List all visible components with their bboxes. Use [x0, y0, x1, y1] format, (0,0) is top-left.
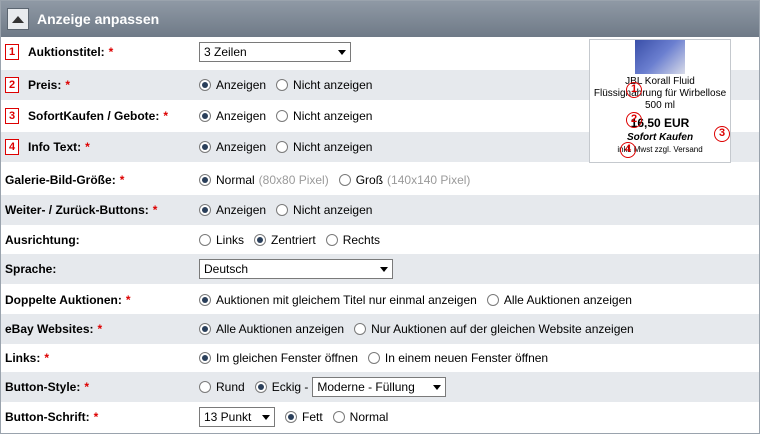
- buttonstyle-rund-option[interactable]: Rund: [199, 380, 245, 394]
- websites-label: eBay Websites:: [5, 322, 94, 336]
- doppelte-alle-option[interactable]: Alle Auktionen anzeigen: [486, 293, 632, 307]
- galerie-normal-option[interactable]: Normal (80x80 Pixel): [199, 173, 329, 187]
- ausrichtung-links-option[interactable]: Links: [199, 233, 244, 247]
- chevron-down-icon: [433, 384, 442, 390]
- collapse-button[interactable]: [7, 8, 29, 30]
- row-sprache: Sprache: Deutsch: [1, 254, 759, 284]
- preis-anzeigen-option[interactable]: Anzeigen: [199, 78, 266, 92]
- sofortkaufen-label: SofortKaufen / Gebote:: [28, 109, 160, 123]
- galerie-label: Galerie-Bild-Größe:: [5, 173, 116, 187]
- preview-buy-label: Sofort Kaufen: [626, 132, 694, 143]
- galerie-gross-option[interactable]: Groß (140x140 Pixel): [338, 173, 470, 187]
- sprache-label: Sprache:: [5, 262, 57, 276]
- weiter-label: Weiter- / Zurück-Buttons:: [5, 203, 149, 217]
- preview-marker-4: 4: [620, 142, 636, 158]
- buttonschrift-normal-option[interactable]: Normal: [332, 410, 388, 424]
- buttonschrift-label: Button-Schrift:: [5, 410, 90, 424]
- preis-nicht-anzeigen-option[interactable]: Nicht anzeigen: [276, 78, 372, 92]
- buttonstyle-eckig-option[interactable]: Eckig -: [254, 380, 308, 394]
- infotext-anzeigen-option[interactable]: Anzeigen: [199, 140, 266, 154]
- row-galerie: Galerie-Bild-Größe: * Normal (80x80 Pixel)…: [5, 173, 471, 187]
- auktionstitel-label: Auktionstitel:: [28, 45, 105, 59]
- settings-panel: Anzeige anpassen 1 Auktionstitel: * 3 Zeil…: [0, 0, 760, 434]
- ausrichtung-label: Ausrichtung:: [5, 233, 80, 247]
- infotext-nicht-anzeigen-option[interactable]: Nicht anzeigen: [276, 140, 372, 154]
- buttonschrift-fett-option[interactable]: Fett: [285, 410, 323, 424]
- auktionstitel-select[interactable]: 3 Zeilen: [199, 42, 351, 62]
- preview-title: JBL Korall Fluid Flüssignahrung für Wirb…: [593, 76, 727, 111]
- marker-1: 1: [5, 44, 19, 60]
- chevron-down-icon: [262, 414, 270, 420]
- sofortkaufen-nicht-anzeigen-option[interactable]: Nicht anzeigen: [276, 109, 372, 123]
- marker-2: 2: [5, 77, 19, 93]
- row-buttonstyle: Button-Style: * Rund Eckig - Moderne - Fü…: [1, 372, 759, 402]
- sprache-select[interactable]: Deutsch: [199, 259, 393, 279]
- sofortkaufen-anzeigen-option[interactable]: Anzeigen: [199, 109, 266, 123]
- required-mark: *: [108, 45, 114, 59]
- buttonschrift-select[interactable]: 13 Punkt: [199, 407, 275, 427]
- preview-marker-3: 3: [714, 126, 730, 142]
- product-image: [635, 40, 685, 74]
- doppelte-label: Doppelte Auktionen:: [5, 293, 122, 307]
- buttonstyle-select[interactable]: Moderne - Füllung: [312, 377, 447, 397]
- row-weiter: Weiter- / Zurück-Buttons: * Anzeigen Nich…: [1, 195, 759, 225]
- chevron-down-icon: [338, 49, 346, 55]
- row-buttonschrift: Button-Schrift: * 13 Punkt Fett Normal: [1, 402, 759, 433]
- websites-alle-option[interactable]: Alle Auktionen anzeigen: [199, 322, 344, 336]
- auction-preview: JBL Korall Fluid Flüssignahrung für Wirb…: [589, 39, 731, 163]
- weiter-anzeigen-option[interactable]: Anzeigen: [199, 203, 266, 217]
- preview-marker-1: 1: [626, 82, 642, 98]
- preview-marker-2: 2: [626, 112, 642, 128]
- infotext-label: Info Text:: [28, 140, 82, 154]
- chevron-down-icon: [380, 266, 388, 272]
- panel-title: Anzeige anpassen: [37, 11, 160, 27]
- radio-checked[interactable]: [199, 79, 211, 91]
- row-doppelte: Doppelte Auktionen: * Auktionen mit gleic…: [5, 293, 632, 307]
- row-ausrichtung: Ausrichtung: Links Zentriert Rechts: [1, 225, 759, 255]
- links-label: Links:: [5, 351, 41, 365]
- ausrichtung-zentriert-option[interactable]: Zentriert: [254, 233, 316, 247]
- ausrichtung-rechts-option[interactable]: Rechts: [325, 233, 380, 247]
- marker-4: 4: [5, 139, 19, 155]
- weiter-nicht-anzeigen-option[interactable]: Nicht anzeigen: [276, 203, 372, 217]
- row-websites: eBay Websites: * Alle Auktionen anzeigen …: [1, 314, 759, 344]
- panel-header: Anzeige anpassen: [1, 1, 759, 37]
- websites-gleiche-option[interactable]: Nur Auktionen auf der gleichen Website a…: [354, 322, 634, 336]
- buttonstyle-label: Button-Style:: [5, 380, 81, 394]
- preview-price: 16,50 EUR: [630, 116, 690, 130]
- collapse-triangle-icon: [12, 15, 24, 23]
- links-gleiches-fenster-option[interactable]: Im gleichen Fenster öffnen: [199, 351, 358, 365]
- preis-label: Preis:: [28, 78, 62, 92]
- doppelte-einmal-option[interactable]: Auktionen mit gleichem Titel nur einmal …: [199, 293, 477, 307]
- links-neues-fenster-option[interactable]: In einem neuen Fenster öffnen: [367, 351, 548, 365]
- marker-3: 3: [5, 108, 19, 124]
- row-links: Links: * Im gleichen Fenster öffnen In ei…: [5, 351, 549, 365]
- preview-shipping: inkl. Mwst zzgl. Versand: [617, 145, 703, 154]
